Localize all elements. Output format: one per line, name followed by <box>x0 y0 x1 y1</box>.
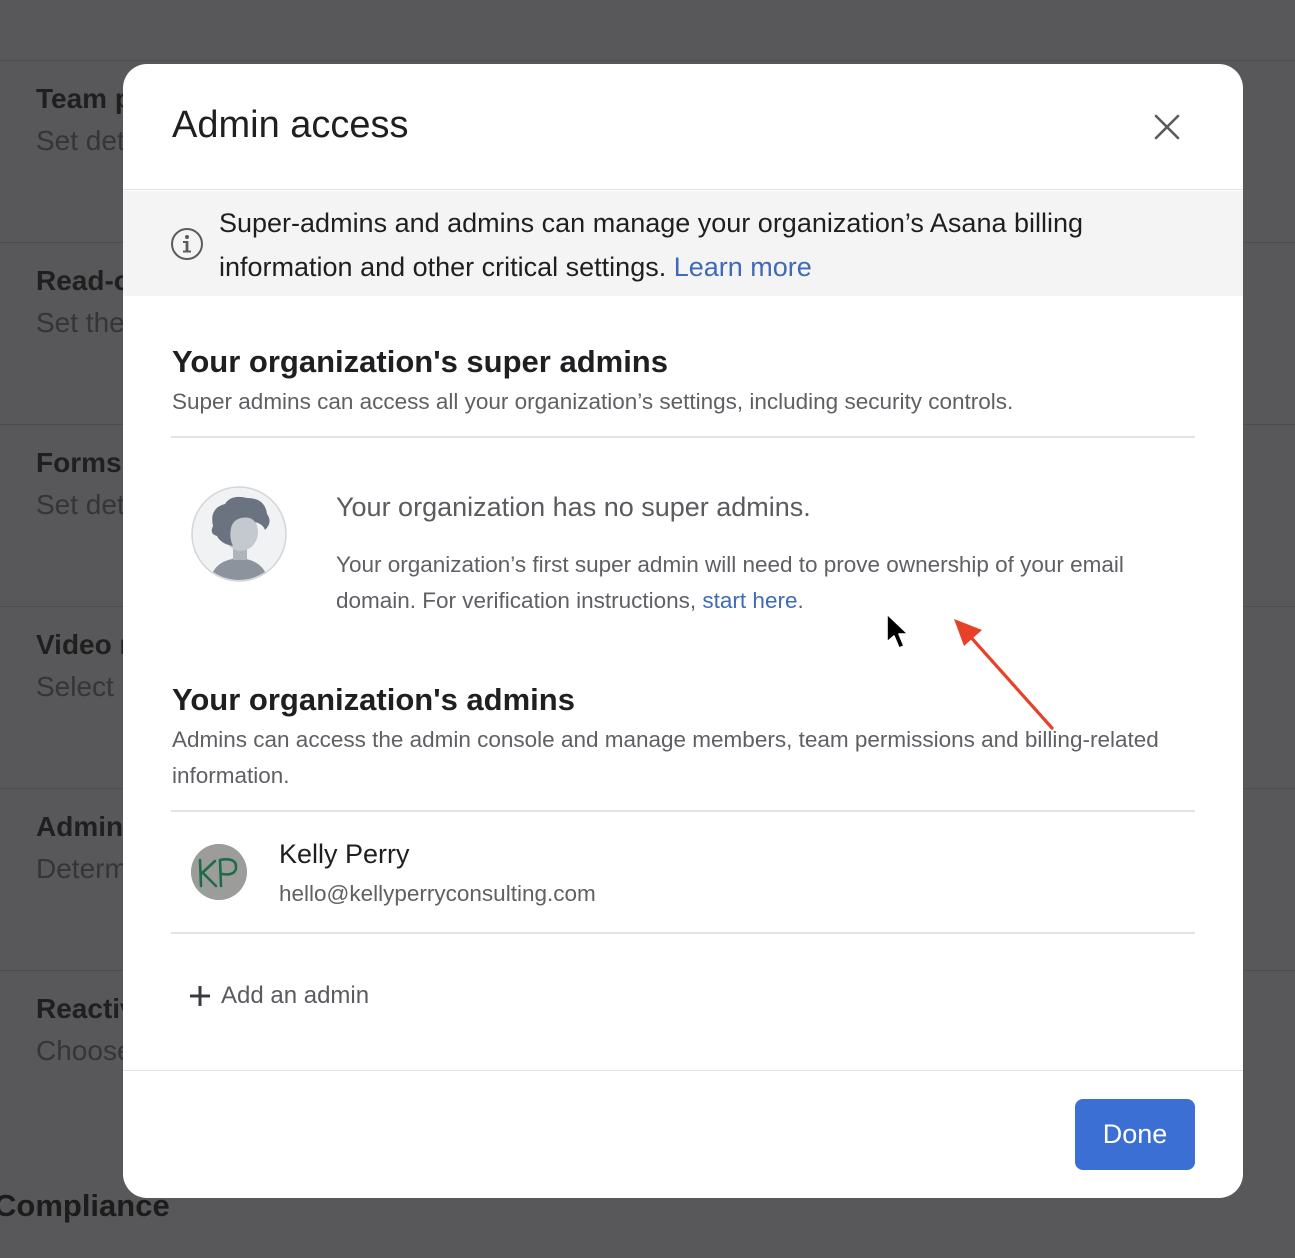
add-admin-label: Add an admin <box>221 982 370 1009</box>
super-admins-description: Super admins can access all your organiz… <box>172 389 1014 414</box>
settings-row-subtitle: Set the <box>36 307 125 338</box>
settings-row-title: Reactiv <box>36 993 136 1024</box>
avatar <box>191 844 247 900</box>
start-here-link[interactable]: start here <box>702 588 797 613</box>
divider <box>171 932 1195 934</box>
close-button[interactable] <box>1147 104 1187 150</box>
dialog-header: Admin access <box>123 64 1243 190</box>
no-super-admins-description: Your organization’s first super admin wi… <box>336 547 1136 619</box>
dialog-title: Admin access <box>172 104 409 146</box>
divider <box>171 810 1195 812</box>
settings-row-title: Video r <box>36 629 131 660</box>
info-icon <box>171 228 203 260</box>
admin-email: hello@kellyperryconsulting.com <box>279 881 596 906</box>
no-super-admins-title: Your organization has no super admins. <box>336 492 811 522</box>
info-banner-text: Super-admins and admins can manage your … <box>219 201 1219 289</box>
info-banner: Super-admins and admins can manage your … <box>123 191 1243 296</box>
settings-row-subtitle: Choose <box>36 1035 133 1066</box>
settings-row-title: Admin <box>36 811 124 842</box>
plus-icon <box>190 986 210 1006</box>
link-suffix: . <box>797 588 804 613</box>
info-banner-message: Super-admins and admins can manage your … <box>219 208 1084 282</box>
admin-name: Kelly Perry <box>279 839 410 869</box>
settings-row-subtitle: Select <box>36 671 114 702</box>
settings-row-title: Team p <box>36 83 132 114</box>
avatar-initials-icon <box>191 844 247 900</box>
settings-row-title: Read-o <box>36 265 131 296</box>
settings-row-subtitle: Set det <box>36 125 125 156</box>
admins-description: Admins can access the admin console and … <box>172 727 1159 788</box>
super-admins-title: Your organization's super admins <box>172 344 668 379</box>
settings-row-subtitle: Determ <box>36 853 128 884</box>
divider <box>171 436 1195 438</box>
admin-access-dialog: Admin access Super-admins and admins can… <box>123 64 1243 1198</box>
learn-more-link[interactable]: Learn more <box>674 252 812 282</box>
settings-row-subtitle: Set det <box>36 489 125 520</box>
placeholder-avatar-icon <box>191 486 287 582</box>
close-icon <box>1154 114 1180 140</box>
settings-row-title: Forms <box>36 447 122 478</box>
admins-title: Your organization's admins <box>172 682 575 717</box>
add-admin-button[interactable]: Add an admin <box>189 978 369 1014</box>
done-button[interactable]: Done <box>1075 1099 1195 1170</box>
footer-divider <box>123 1070 1243 1071</box>
